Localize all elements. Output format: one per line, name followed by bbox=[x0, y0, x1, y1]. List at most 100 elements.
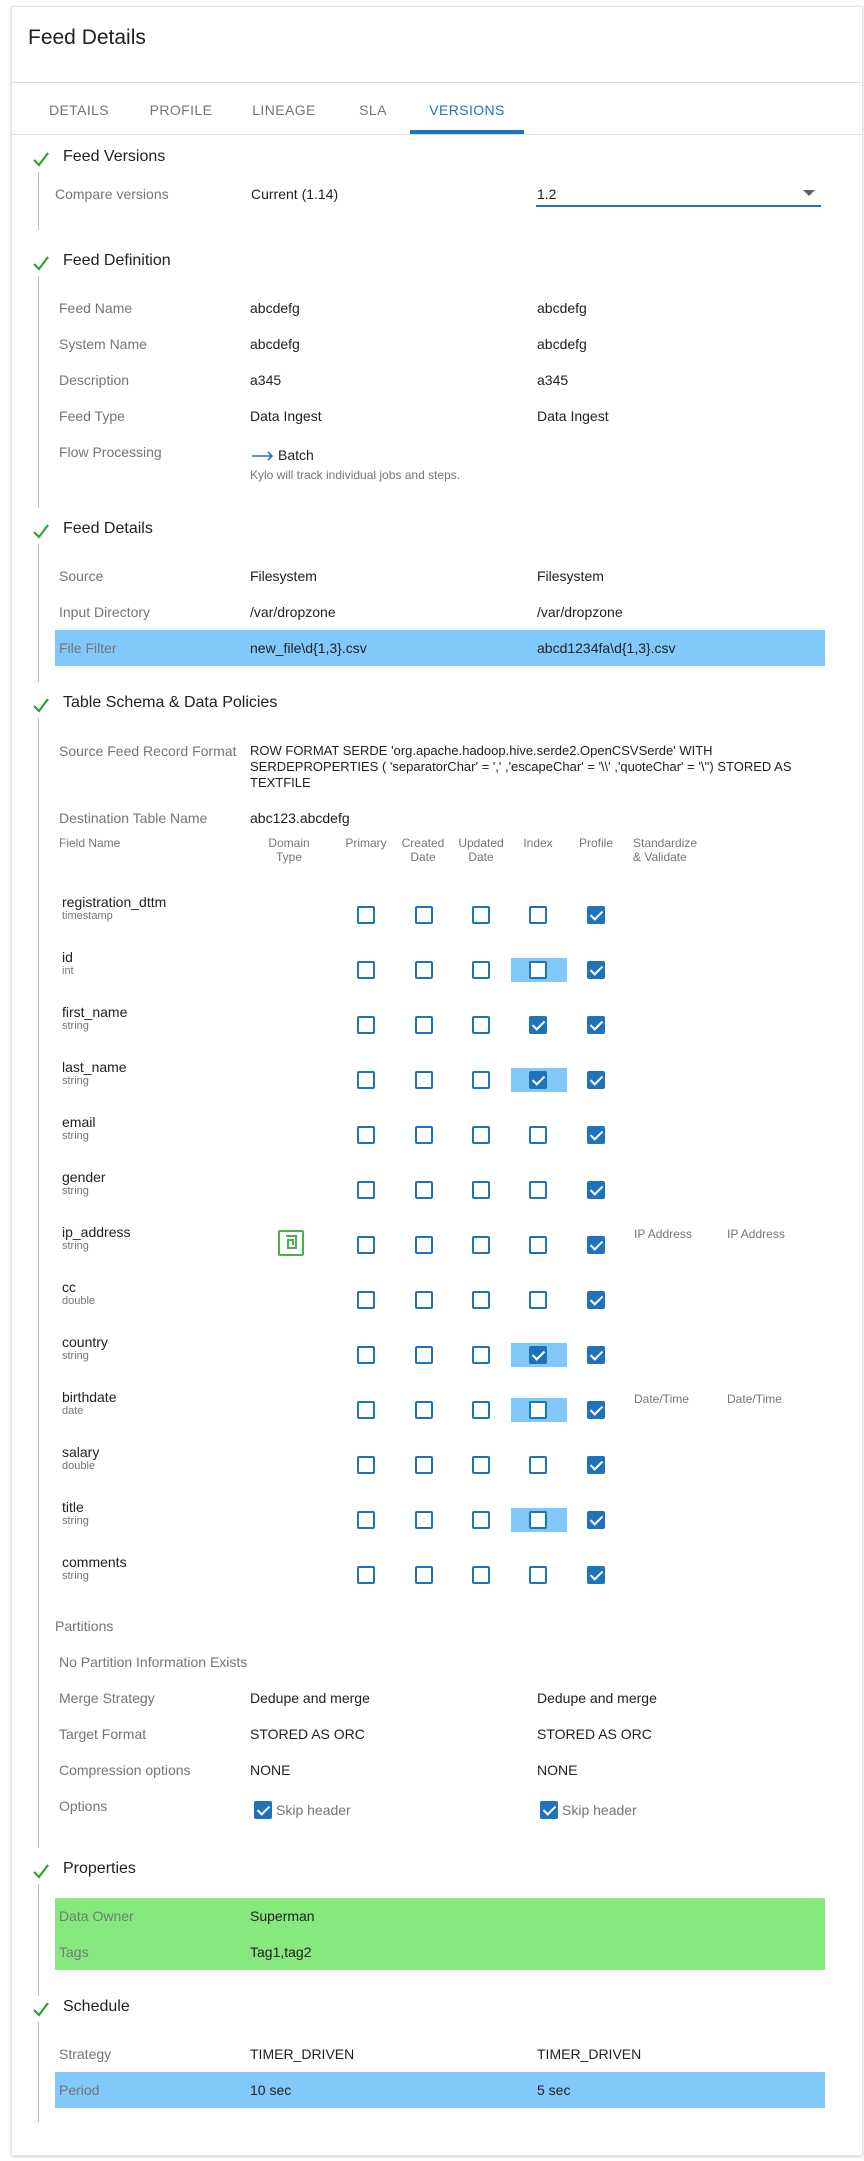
profile-checkbox[interactable] bbox=[587, 1401, 605, 1419]
index-checkbox[interactable] bbox=[529, 1291, 547, 1309]
primary-checkbox[interactable] bbox=[357, 1566, 375, 1584]
options-label: Options bbox=[59, 1798, 108, 1814]
primary-checkbox[interactable] bbox=[357, 1181, 375, 1199]
compare-versions-label: Compare versions bbox=[55, 186, 169, 202]
updated-date-checkbox[interactable] bbox=[472, 1291, 490, 1309]
profile-checkbox[interactable] bbox=[587, 1566, 605, 1584]
updated-date-checkbox[interactable] bbox=[472, 1126, 490, 1144]
skip-header-checkbox-current[interactable] bbox=[254, 1801, 272, 1819]
updated-date-checkbox[interactable] bbox=[472, 906, 490, 924]
version-select[interactable]: 1.2 bbox=[537, 186, 817, 202]
primary-checkbox[interactable] bbox=[357, 961, 375, 979]
diff-highlight-row bbox=[55, 2072, 825, 2108]
skip-header-checkbox-other[interactable] bbox=[540, 1801, 558, 1819]
created-date-checkbox[interactable] bbox=[415, 1071, 433, 1089]
index-checkbox[interactable] bbox=[529, 961, 547, 979]
updated-date-checkbox[interactable] bbox=[472, 1016, 490, 1034]
standardize-value: Date/Time bbox=[634, 1392, 689, 1406]
profile-checkbox[interactable] bbox=[587, 1456, 605, 1474]
index-checkbox[interactable] bbox=[529, 906, 547, 924]
row-label: File Filter bbox=[59, 640, 117, 656]
field-name: id bbox=[62, 949, 73, 965]
primary-checkbox[interactable] bbox=[357, 1511, 375, 1529]
created-date-checkbox[interactable] bbox=[415, 1456, 433, 1474]
tab-versions[interactable]: VERSIONS bbox=[412, 102, 522, 118]
field-type: date bbox=[62, 1405, 84, 1417]
index-checkbox[interactable] bbox=[529, 1126, 547, 1144]
primary-checkbox[interactable] bbox=[357, 1401, 375, 1419]
created-date-checkbox[interactable] bbox=[415, 961, 433, 979]
step-rail-schema bbox=[38, 718, 39, 1848]
created-date-checkbox[interactable] bbox=[415, 1236, 433, 1254]
created-date-checkbox[interactable] bbox=[415, 906, 433, 924]
field-type: string bbox=[62, 1240, 89, 1252]
profile-checkbox[interactable] bbox=[587, 1181, 605, 1199]
updated-date-checkbox[interactable] bbox=[472, 1456, 490, 1474]
profile-checkbox[interactable] bbox=[587, 1126, 605, 1144]
primary-checkbox[interactable] bbox=[357, 1236, 375, 1254]
updated-date-checkbox[interactable] bbox=[472, 1071, 490, 1089]
field-type: string bbox=[62, 1570, 89, 1582]
updated-date-checkbox[interactable] bbox=[472, 1566, 490, 1584]
primary-checkbox[interactable] bbox=[357, 1071, 375, 1089]
primary-checkbox[interactable] bbox=[357, 1291, 375, 1309]
current-value: Superman bbox=[250, 1908, 315, 1924]
created-date-checkbox[interactable] bbox=[415, 1016, 433, 1034]
step-title-properties: Properties bbox=[63, 1860, 136, 1877]
chevron-down-icon[interactable] bbox=[803, 190, 815, 196]
profile-checkbox[interactable] bbox=[587, 1346, 605, 1364]
col-header-index: Index bbox=[523, 836, 553, 850]
step-rail-properties bbox=[38, 1884, 39, 1996]
profile-checkbox[interactable] bbox=[587, 1071, 605, 1089]
tab-profile[interactable]: PROFILE bbox=[126, 102, 236, 118]
updated-date-checkbox[interactable] bbox=[472, 1181, 490, 1199]
index-checkbox[interactable] bbox=[529, 1456, 547, 1474]
version-select-underline bbox=[536, 205, 821, 207]
updated-date-checkbox[interactable] bbox=[472, 1236, 490, 1254]
step-rail-versions bbox=[38, 172, 39, 230]
updated-date-checkbox[interactable] bbox=[472, 961, 490, 979]
index-checkbox[interactable] bbox=[529, 1566, 547, 1584]
primary-checkbox[interactable] bbox=[357, 906, 375, 924]
col-header-field-name: Field Name bbox=[59, 836, 121, 850]
index-checkbox[interactable] bbox=[529, 1016, 547, 1034]
index-checkbox[interactable] bbox=[529, 1071, 547, 1089]
created-date-checkbox[interactable] bbox=[415, 1181, 433, 1199]
index-checkbox[interactable] bbox=[529, 1236, 547, 1254]
domain-type-icon[interactable] bbox=[278, 1230, 304, 1256]
primary-checkbox[interactable] bbox=[357, 1126, 375, 1144]
index-checkbox[interactable] bbox=[529, 1511, 547, 1529]
profile-checkbox[interactable] bbox=[587, 1236, 605, 1254]
created-date-checkbox[interactable] bbox=[415, 1511, 433, 1529]
source-format-line: SERDEPROPERTIES ( 'separatorChar' = ',' … bbox=[250, 759, 792, 774]
added-highlight-rows bbox=[55, 1898, 825, 1970]
field-type: timestamp bbox=[62, 910, 113, 922]
primary-checkbox[interactable] bbox=[357, 1456, 375, 1474]
profile-checkbox[interactable] bbox=[587, 1511, 605, 1529]
created-date-checkbox[interactable] bbox=[415, 1126, 433, 1144]
row-label: Tags bbox=[59, 1944, 89, 1960]
primary-checkbox[interactable] bbox=[357, 1016, 375, 1034]
index-checkbox[interactable] bbox=[529, 1346, 547, 1364]
created-date-checkbox[interactable] bbox=[415, 1346, 433, 1364]
other-value: Filesystem bbox=[537, 568, 604, 584]
field-name: first_name bbox=[62, 1004, 128, 1020]
tab-details[interactable]: DETAILS bbox=[24, 102, 134, 118]
profile-checkbox[interactable] bbox=[587, 961, 605, 979]
created-date-checkbox[interactable] bbox=[415, 1291, 433, 1309]
primary-checkbox[interactable] bbox=[357, 1346, 375, 1364]
step-title-schedule: Schedule bbox=[63, 1998, 130, 2015]
created-date-checkbox[interactable] bbox=[415, 1566, 433, 1584]
field-type: string bbox=[62, 1515, 89, 1527]
updated-date-checkbox[interactable] bbox=[472, 1401, 490, 1419]
profile-checkbox[interactable] bbox=[587, 1016, 605, 1034]
index-checkbox[interactable] bbox=[529, 1181, 547, 1199]
created-date-checkbox[interactable] bbox=[415, 1401, 433, 1419]
profile-checkbox[interactable] bbox=[587, 906, 605, 924]
index-checkbox[interactable] bbox=[529, 1401, 547, 1419]
profile-checkbox[interactable] bbox=[587, 1291, 605, 1309]
step-title-versions: Feed Versions bbox=[63, 148, 166, 165]
updated-date-checkbox[interactable] bbox=[472, 1346, 490, 1364]
current-value: STORED AS ORC bbox=[250, 1726, 365, 1742]
updated-date-checkbox[interactable] bbox=[472, 1511, 490, 1529]
